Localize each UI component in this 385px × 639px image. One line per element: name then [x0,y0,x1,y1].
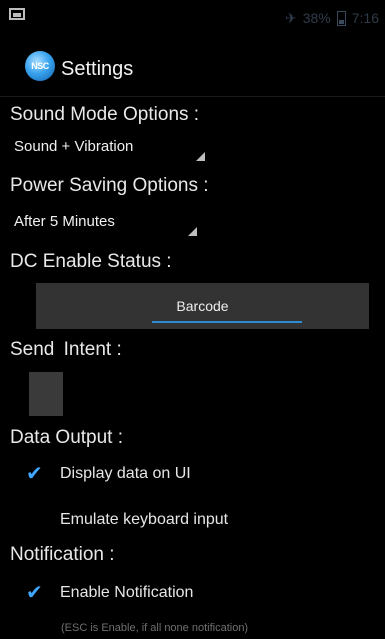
sound-mode-value: Sound + Vibration [14,138,134,155]
app-logo-text: NSC [31,61,49,71]
spinner-arrow-icon [196,152,205,161]
battery-icon [336,10,346,26]
barcode-button-label: Barcode [176,298,229,314]
emulate-keyboard-checkbox-row[interactable]: Emulate keyboard input [0,504,385,544]
app-logo-icon[interactable]: NSC [25,51,55,81]
sound-mode-label: Sound Mode Options : [10,104,200,125]
power-saving-value: After 5 Minutes [14,213,115,230]
send-intent-intent: Intent : [63,339,122,360]
airplane-icon: ✈ [284,9,297,26]
sound-mode-spinner[interactable]: Sound + Vibration [14,138,205,168]
barcode-button[interactable]: Barcode [36,283,369,329]
display-data-checkbox-row[interactable]: ✔ Display data on UI [0,458,385,498]
power-saving-spinner[interactable]: After 5 Minutes [14,213,204,243]
button-focus-underline [152,321,302,323]
notification-note: (ESC is Enable, if all none notification… [61,622,249,634]
enable-notification-checkbox-row[interactable]: ✔ Enable Notification [0,577,385,617]
spinner-arrow-icon [188,227,197,236]
send-intent-send: Send [10,339,55,360]
data-output-label: Data Output : [10,427,124,448]
send-intent-label: Send Intent : [10,339,122,361]
checkmark-icon[interactable]: ✔ [26,464,46,484]
status-bar: ✈ 38% 7:16 [0,0,385,38]
page-title: Settings [61,58,134,80]
enable-notification-label: Enable Notification [60,584,194,601]
send-intent-checkbox[interactable] [29,372,63,416]
emulate-keyboard-label: Emulate keyboard input [60,511,229,528]
checkmark-icon[interactable]: ✔ [26,583,46,603]
clock: 7:16 [351,10,379,26]
notification-label: Notification : [10,544,115,565]
battery-percent: 38% [302,10,331,26]
dc-status-label: DC Enable Status : [10,251,172,272]
display-data-label: Display data on UI [60,465,191,482]
action-bar: NSC Settings [0,38,385,97]
settings-screen: ✈ 38% 7:16 NSC Settings Sound Mode Optio… [0,0,385,639]
power-saving-label: Power Saving Options : [10,175,209,196]
screenshot-notification-icon [9,8,25,20]
status-right: ✈ 38% 7:16 [285,8,379,28]
